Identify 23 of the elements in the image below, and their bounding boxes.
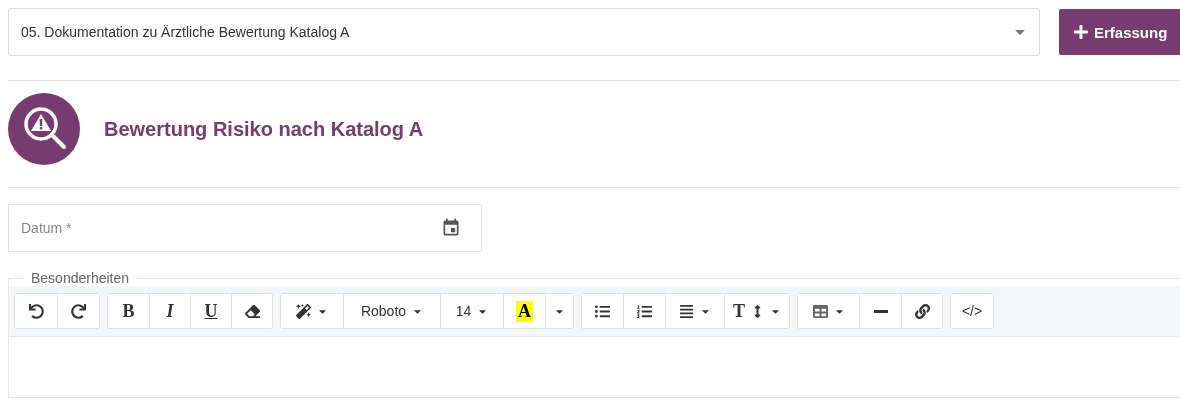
plus-icon: [1073, 24, 1089, 40]
bullet-list-icon: [595, 303, 610, 319]
magic-wand-icon: [296, 303, 311, 319]
section-title: Bewertung Risiko nach Katalog A: [104, 117, 424, 141]
table-icon: [812, 303, 828, 319]
redo-tool[interactable]: [57, 294, 99, 328]
link-icon: [914, 303, 930, 319]
align-icon: [679, 303, 694, 319]
textheight-tool[interactable]: T: [724, 294, 789, 328]
calendar-icon: [441, 218, 461, 238]
undo-icon: [28, 303, 44, 319]
alert-search-icon: [8, 93, 80, 165]
field-legend: Besonderheiten: [23, 270, 138, 286]
redo-icon: [71, 303, 86, 319]
link-tool[interactable]: [901, 294, 942, 328]
code-tool[interactable]: </>: [951, 294, 993, 328]
record-select[interactable]: 05. Dokumentation zu Ärztliche Bewertung Katalog A: [8, 8, 1040, 56]
eraser-tool[interactable]: [231, 294, 272, 328]
numbered-list-icon: [637, 303, 652, 319]
eraser-icon: [244, 303, 260, 319]
dropdown-arrow-icon: [1015, 29, 1025, 35]
date-field[interactable]: Datum *: [8, 204, 482, 252]
add-button[interactable]: Erfassung: [1059, 9, 1180, 55]
